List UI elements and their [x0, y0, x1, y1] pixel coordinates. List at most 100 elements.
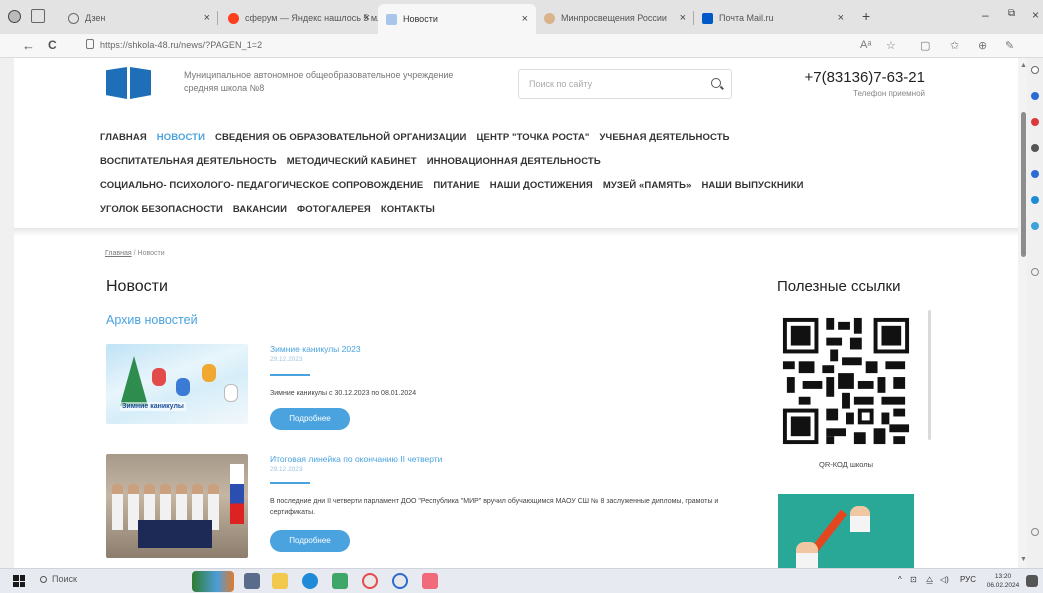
battery-icon[interactable]: ⧋ [926, 575, 933, 585]
sidebar-scrollbar[interactable] [928, 310, 931, 440]
volume-icon[interactable]: ◁) [940, 575, 949, 584]
scroll-down-arrow-icon[interactable]: ▼ [1020, 556, 1027, 563]
search-icon[interactable] [711, 78, 721, 88]
workspaces-icon[interactable] [31, 9, 45, 23]
menu-item-methodical-office[interactable]: МЕТОДИЧЕСКИЙ КАБИНЕТ [287, 156, 417, 167]
menu-item-achievements[interactable]: НАШИ ДОСТИЖЕНИЯ [490, 180, 593, 191]
chrome-icon[interactable] [392, 573, 408, 589]
useful-link-banner[interactable] [778, 494, 914, 568]
close-tab-icon[interactable]: × [522, 13, 528, 25]
breadcrumb-home-link[interactable]: Главная [105, 250, 132, 257]
favorites-icon[interactable]: ✩ [950, 39, 959, 52]
sidebar-outlook-icon[interactable] [1031, 222, 1039, 230]
sidebar-profile-icon[interactable] [1031, 144, 1039, 152]
qr-code-caption: QR-КОД школы [818, 460, 874, 469]
split-screen-icon[interactable]: ▢ [920, 39, 930, 52]
breadcrumb: Главная / Новости [105, 250, 165, 257]
menu-item-nutrition[interactable]: ПИТАНИЕ [433, 180, 479, 191]
taskbar-search[interactable]: Поиск [40, 574, 180, 589]
qr-code-image[interactable] [778, 314, 914, 448]
widgets-button[interactable] [192, 571, 234, 592]
news-title[interactable]: Зимние каникулы 2023 [270, 344, 361, 354]
close-window-button[interactable]: × [1032, 8, 1039, 22]
tab-news-active[interactable]: Новости × [378, 4, 536, 34]
menu-item-growth-point[interactable]: ЦЕНТР "ТОЧКА РОСТА" [476, 132, 589, 143]
clock-date: 06.02.2024 [986, 582, 1020, 589]
refresh-button[interactable]: C [48, 38, 57, 52]
menu-item-graduates[interactable]: НАШИ ВЫПУСКНИКИ [701, 180, 803, 191]
network-icon[interactable]: ⊡ [910, 575, 917, 584]
scroll-up-arrow-icon[interactable]: ▲ [1020, 62, 1027, 69]
notifications-icon[interactable] [1026, 575, 1038, 587]
close-tab-icon[interactable]: × [838, 12, 844, 24]
store-icon[interactable] [332, 573, 348, 589]
tab-mail-ru[interactable]: Почта Mail.ru × [694, 6, 852, 30]
menu-item-home[interactable]: ГЛАВНАЯ [100, 132, 147, 143]
back-button[interactable]: ← [22, 38, 35, 53]
tab-yandex-search[interactable]: сферум — Яндекс нашлось 5 млн × [220, 6, 378, 30]
news-title[interactable]: Итоговая линейка по окончанию II четверт… [270, 454, 442, 464]
news-image-winter-holidays[interactable]: Зимние каникулы [106, 344, 248, 424]
taskbar-search-label: Поиск [52, 574, 77, 584]
phone-number[interactable]: +7(83136)7-63-21 [789, 69, 925, 86]
menu-item-contacts[interactable]: КОНТАКТЫ [381, 204, 435, 215]
school-name: Муниципальное автономное общеобразовател… [184, 70, 454, 93]
language-indicator[interactable]: РУС [960, 575, 976, 584]
extensions-icon[interactable]: ✎ [1005, 39, 1014, 52]
menu-item-photo-gallery[interactable]: ФОТОГАЛЕРЕЯ [297, 204, 371, 215]
menu-item-innovation[interactable]: ИННОВАЦИОННАЯ ДЕЯТЕЛЬНОСТЬ [427, 156, 601, 167]
close-tab-icon[interactable]: × [204, 12, 210, 24]
news-date: 29.12.2023 [270, 466, 303, 473]
more-button[interactable]: Подробнее [270, 530, 350, 552]
more-button[interactable]: Подробнее [270, 408, 350, 430]
menu-item-news[interactable]: НОВОСТИ [157, 132, 205, 143]
web-page: Муниципальное автономное общеобразовател… [14, 58, 1018, 568]
profile-icon[interactable] [8, 9, 21, 23]
menu-item-safety[interactable]: УГОЛОК БЕЗОПАСНОСТИ [100, 204, 223, 215]
taskbar-clock[interactable]: 13:20 06.02.2024 [985, 572, 1021, 590]
sidebar-search-icon[interactable] [1031, 66, 1039, 74]
sidebar-shopping-icon[interactable] [1031, 92, 1039, 100]
sidebar-tools-icon[interactable] [1031, 118, 1039, 126]
menu-item-org-info[interactable]: СВЕДЕНИЯ ОБ ОБРАЗОВАТЕЛЬНОЙ ОРГАНИЗАЦИИ [215, 132, 466, 143]
news-image-final-assembly[interactable] [106, 454, 248, 558]
tab-dzen[interactable]: Дзен × [60, 6, 218, 30]
mail-favicon-icon [702, 12, 713, 24]
start-button-windows-icon[interactable] [13, 575, 25, 587]
page-scrollbar-thumb[interactable] [1021, 112, 1026, 257]
close-tab-icon[interactable]: × [364, 12, 370, 24]
new-tab-button[interactable]: + [862, 8, 870, 24]
restore-button[interactable]: ⧉ [1008, 8, 1015, 19]
tab-minprosveshcheniya[interactable]: Минпросвещения России × [536, 6, 694, 30]
image-caption: Зимние каникулы [120, 402, 186, 411]
sidebar-add-icon[interactable] [1031, 268, 1039, 276]
sidebar-games-icon[interactable] [1031, 170, 1039, 178]
menu-item-museum[interactable]: МУЗЕЙ «ПАМЯТЬ» [603, 180, 692, 191]
file-explorer-icon[interactable] [272, 573, 288, 589]
paint-icon[interactable] [422, 573, 438, 589]
menu-item-upbringing[interactable]: ВОСПИТАТЕЛЬНАЯ ДЕЯТЕЛЬНОСТЬ [100, 156, 277, 167]
sidebar-settings-icon[interactable] [1031, 528, 1039, 536]
site-search-field[interactable]: Поиск по сайту [518, 69, 732, 99]
read-aloud-icon[interactable]: Aᵃ [860, 39, 871, 51]
header-divider [14, 228, 1018, 236]
favorite-star-icon[interactable]: ☆ [886, 39, 896, 52]
dzen-favicon-icon [68, 12, 79, 24]
tray-overflow-icon[interactable]: ^ [898, 575, 902, 584]
menu-item-vacancies[interactable]: ВАКАНСИИ [233, 204, 287, 215]
lock-icon[interactable] [86, 39, 94, 49]
edge-browser-icon[interactable] [302, 573, 318, 589]
menu-item-educational-activity[interactable]: УЧЕБНАЯ ДЕЯТЕЛЬНОСТЬ [600, 132, 730, 143]
sidebar-office-icon[interactable] [1031, 196, 1039, 204]
minimize-button[interactable]: – [982, 8, 989, 22]
collections-icon[interactable]: ⊕ [978, 39, 987, 52]
url-field[interactable]: https://shkola-48.ru/news/?PAGEN_1=2 [100, 40, 262, 50]
yandex-browser-icon[interactable] [362, 573, 378, 589]
school-logo-book-icon[interactable] [106, 65, 152, 101]
ministry-favicon-icon [544, 12, 555, 24]
news-archive-link[interactable]: Архив новостей [106, 313, 198, 327]
main-menu: ГЛАВНАЯ НОВОСТИ СВЕДЕНИЯ ОБ ОБРАЗОВАТЕЛЬ… [100, 125, 980, 221]
menu-item-social-support[interactable]: СОЦИАЛЬНО- ПСИХОЛОГО- ПЕДАГОГИЧЕСКОЕ СОП… [100, 180, 423, 191]
task-view-icon[interactable] [244, 573, 260, 589]
close-tab-icon[interactable]: × [680, 12, 686, 24]
